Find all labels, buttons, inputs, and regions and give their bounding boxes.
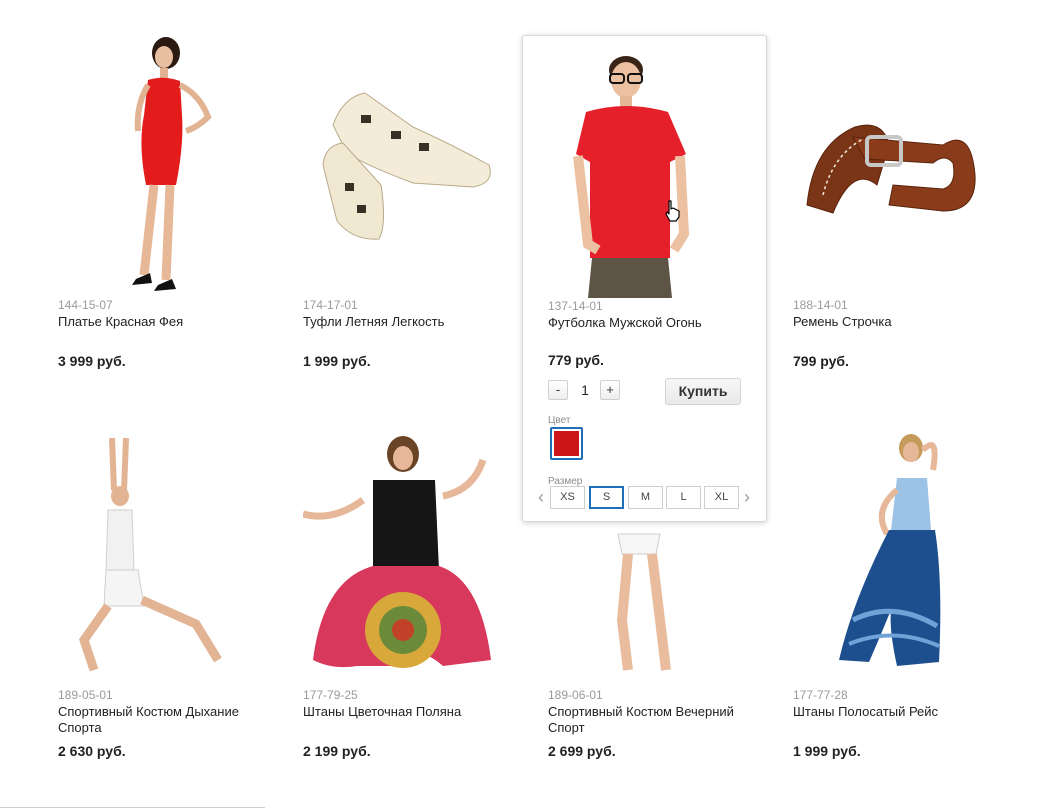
product-name[interactable]: Туфли Летняя Легкость: [303, 314, 503, 330]
product-sku: 137-14-01: [548, 299, 603, 313]
product-name[interactable]: Футболка Мужской Огонь: [548, 315, 702, 330]
product-name[interactable]: Спортивный Костюм Вечерний Спорт: [548, 704, 748, 736]
product-card[interactable]: 144-15-07 Платье Красная Фея 3 999 руб.: [58, 35, 303, 375]
product-name[interactable]: Ремень Строчка: [793, 314, 993, 330]
product-sku: 188-14-01: [793, 298, 848, 312]
product-name[interactable]: Штаны Полосатый Рейс: [793, 704, 993, 720]
size-option-l[interactable]: L: [666, 486, 701, 509]
color-swatch-red[interactable]: [550, 427, 583, 460]
product-sku: 144-15-07: [58, 298, 113, 312]
chevron-left-icon[interactable]: ‹: [535, 486, 547, 509]
product-price: 799 руб.: [793, 353, 849, 369]
quantity-decrease-button[interactable]: -: [548, 380, 568, 400]
product-sku: 177-77-28: [793, 688, 848, 702]
size-option-s[interactable]: S: [589, 486, 624, 509]
size-option-xl[interactable]: XL: [704, 486, 739, 509]
product-sku: 189-05-01: [58, 688, 113, 702]
product-image[interactable]: [548, 44, 743, 298]
hand-pointer-icon: [665, 200, 680, 222]
product-name[interactable]: Спортивный Костюм Дыхание Спорта: [58, 704, 258, 736]
quantity-value[interactable]: 1: [575, 380, 595, 400]
color-swatch-fill: [554, 431, 579, 456]
product-card[interactable]: 177-79-25 Штаны Цветочная Поляна 2 199 р…: [303, 430, 548, 770]
product-name[interactable]: Платье Красная Фея: [58, 314, 258, 330]
quantity-increase-button[interactable]: +: [600, 380, 620, 400]
color-label: Цвет: [548, 415, 571, 426]
product-image[interactable]: [303, 35, 548, 297]
product-card[interactable]: 189-05-01 Спортивный Костюм Дыхание Спор…: [58, 430, 303, 770]
size-option-xs[interactable]: XS: [550, 486, 585, 509]
product-image[interactable]: [58, 430, 303, 685]
product-card[interactable]: 177-77-28 Штаны Полосатый Рейс 1 999 руб…: [793, 430, 1038, 770]
product-sku: 177-79-25: [303, 688, 358, 702]
size-option-m[interactable]: M: [628, 486, 663, 509]
product-price: 2 630 руб.: [58, 743, 126, 759]
divider: [0, 807, 265, 808]
product-price: 2 199 руб.: [303, 743, 371, 759]
product-price: 1 999 руб.: [793, 743, 861, 759]
product-name[interactable]: Штаны Цветочная Поляна: [303, 704, 503, 720]
product-image[interactable]: [793, 35, 1038, 297]
product-price: 1 999 руб.: [303, 353, 371, 369]
chevron-right-icon[interactable]: ›: [741, 486, 753, 509]
product-image[interactable]: [793, 430, 1038, 685]
product-sku: 174-17-01: [303, 298, 358, 312]
product-price: 779 руб.: [548, 352, 604, 368]
product-price: 3 999 руб.: [58, 353, 126, 369]
product-image[interactable]: [303, 430, 548, 685]
product-sku: 189-06-01: [548, 688, 603, 702]
product-price: 2 699 руб.: [548, 743, 616, 759]
product-card[interactable]: 188-14-01 Ремень Строчка 799 руб.: [793, 35, 1038, 375]
buy-button[interactable]: Купить: [665, 378, 741, 405]
product-quick-view[interactable]: 137-14-01 Футболка Мужской Огонь 779 руб…: [522, 35, 767, 522]
product-card[interactable]: 174-17-01 Туфли Летняя Легкость 1 999 ру…: [303, 35, 548, 375]
product-image[interactable]: [58, 35, 303, 297]
